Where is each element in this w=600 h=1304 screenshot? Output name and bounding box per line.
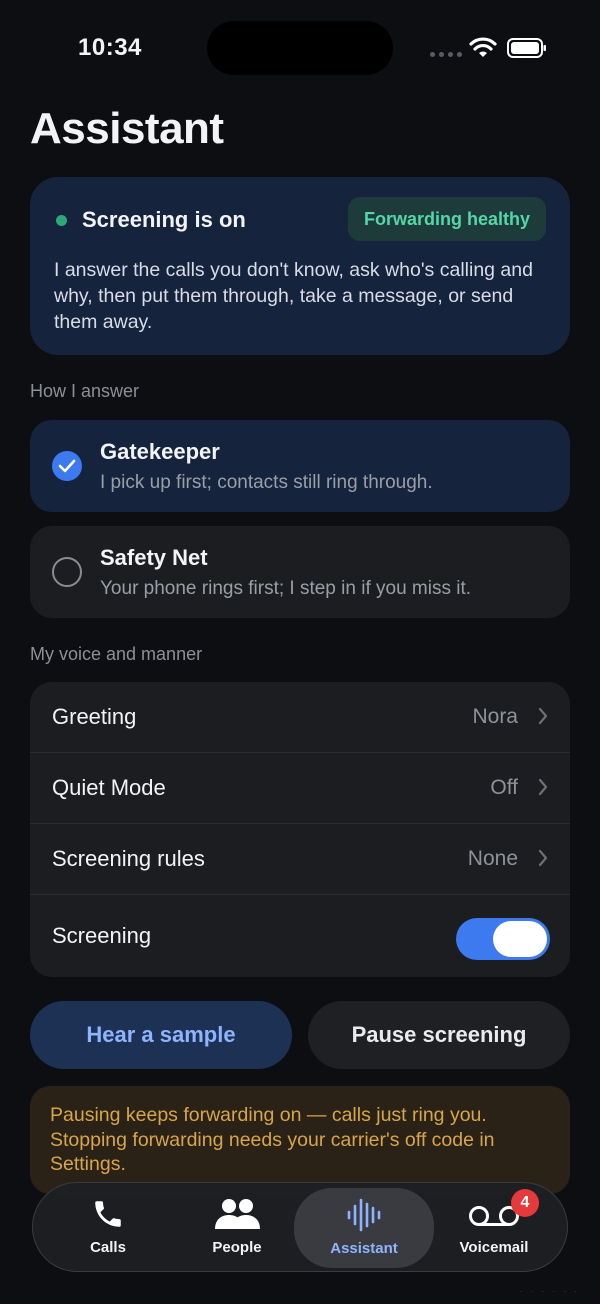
row-label: Quiet Mode [52,775,166,800]
toggle-knob [493,921,547,957]
row-screening-toggle: Screening [30,895,570,977]
screening-toggle[interactable] [456,918,550,960]
tab-label: Calls [90,1239,126,1256]
option-safety-net[interactable]: Safety Net Your phone rings first; I ste… [30,526,570,618]
screening-description: I answer the calls you don't know, ask w… [54,259,533,333]
waveform-icon [347,1198,381,1232]
tab-bar: Calls People Assistant 4 Voicemail [32,1182,568,1272]
cellular-signal-icon [430,52,462,57]
screening-status-title: Screening is on [82,207,246,232]
row-label: Screening [52,923,152,948]
option-subtitle: I pick up first; contacts still ring thr… [100,472,433,493]
row-quiet-mode[interactable]: Quiet Mode Off [30,753,570,823]
option-subtitle: Your phone rings first; I step in if you… [100,578,472,599]
phone-icon [95,1201,121,1227]
row-label: Greeting [52,704,137,729]
chevron-right-icon [538,707,548,725]
tab-label: Assistant [330,1240,398,1257]
row-screening-rules[interactable]: Screening rules None [30,824,570,894]
wifi-icon [469,37,497,57]
tab-assistant[interactable]: Assistant [294,1188,434,1268]
tab-calls[interactable]: Calls [43,1183,173,1273]
chevron-right-icon [538,778,548,796]
radio-empty-icon [52,557,82,587]
chevron-right-icon [538,849,548,867]
dynamic-island [207,21,393,75]
tab-voicemail[interactable]: 4 Voicemail [429,1183,559,1273]
status-time: 10:34 [78,34,142,61]
page-title: Assistant [30,104,224,153]
row-value: Off [490,776,518,799]
battery-icon [507,38,546,58]
status-bar: 10:34 [0,0,600,96]
tab-label: People [212,1239,262,1256]
forwarding-status-badge: Forwarding healthy [347,197,546,241]
status-dot-icon [56,215,67,226]
section-label-voice-and-manner: My voice and manner [30,644,203,664]
tab-label: Voicemail [459,1239,529,1256]
row-greeting[interactable]: Greeting Nora [30,682,570,752]
forwarding-warning-note: Pausing keeps forwarding on — calls just… [30,1086,570,1194]
voice-settings-list: Greeting Nora Quiet Mode Off Screening r… [30,682,570,977]
option-title: Gatekeeper [100,439,220,464]
people-icon [215,1199,260,1229]
row-label: Screening rules [52,846,205,871]
row-value: None [467,847,518,870]
hear-sample-button[interactable]: Hear a sample [30,1001,292,1069]
home-indicator: · · · · · · [519,1287,580,1296]
section-label-how-i-answer: How I answer [30,381,140,401]
checkmark-icon [52,451,82,481]
option-title: Safety Net [100,545,208,570]
screening-status-card: Screening is on Forwarding healthy I ans… [30,177,570,355]
tab-people[interactable]: People [173,1183,301,1273]
row-value: Nora [472,705,518,728]
option-gatekeeper[interactable]: Gatekeeper I pick up first; contacts sti… [30,420,570,512]
voicemail-count-badge: 4 [511,1189,539,1217]
pause-screening-button[interactable]: Pause screening [308,1001,570,1069]
